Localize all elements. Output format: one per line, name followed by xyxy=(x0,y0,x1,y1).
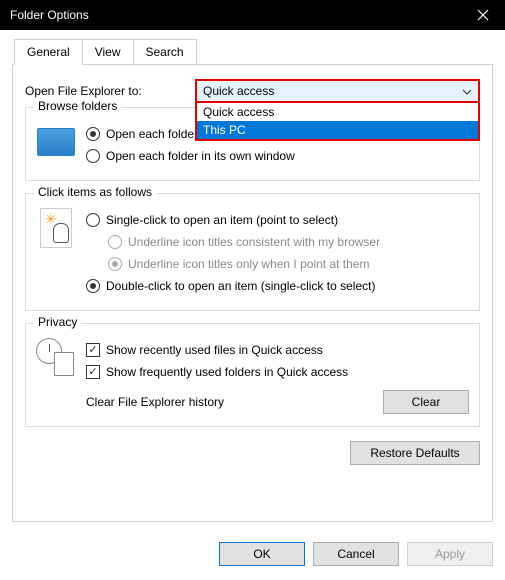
clear-button[interactable]: Clear xyxy=(383,390,469,414)
close-icon xyxy=(477,9,489,21)
check-label: Show frequently used folders in Quick ac… xyxy=(106,365,348,379)
tab-search[interactable]: Search xyxy=(133,39,197,65)
radio-icon xyxy=(86,127,100,141)
apply-button: Apply xyxy=(407,542,493,566)
group-click-legend: Click items as follows xyxy=(34,185,156,199)
chevron-down-icon xyxy=(462,87,472,97)
click-items-icon xyxy=(36,208,76,248)
checkbox-icon xyxy=(86,365,100,379)
check-row-freq-folders[interactable]: Show frequently used folders in Quick ac… xyxy=(86,362,469,382)
ok-button[interactable]: OK xyxy=(219,542,305,566)
radio-label: Double-click to open an item (single-cli… xyxy=(106,279,375,293)
radio-row-underline-point: Underline icon titles only when I point … xyxy=(108,254,469,274)
open-explorer-combo[interactable]: Quick access xyxy=(195,79,480,103)
restore-defaults-button[interactable]: Restore Defaults xyxy=(350,441,480,465)
check-row-recent-files[interactable]: Show recently used files in Quick access xyxy=(86,340,469,360)
check-label: Show recently used files in Quick access xyxy=(106,343,323,357)
radio-label: Underline icon titles only when I point … xyxy=(128,257,369,271)
option-this-pc[interactable]: This PC xyxy=(197,121,478,139)
radio-icon xyxy=(108,235,122,249)
dialog-footer: OK Cancel Apply xyxy=(0,534,505,578)
radio-label: Underline icon titles consistent with my… xyxy=(128,235,380,249)
radio-label: Open each folder in its own window xyxy=(106,149,295,163)
checkbox-icon xyxy=(86,343,100,357)
option-quick-access[interactable]: Quick access xyxy=(197,103,478,121)
radio-row-double-click[interactable]: Double-click to open an item (single-cli… xyxy=(86,276,469,296)
browse-folders-icon xyxy=(36,122,76,162)
restore-row: Restore Defaults xyxy=(25,441,480,465)
tab-panel-general: Open File Explorer to: Quick access Quic… xyxy=(12,64,493,522)
open-explorer-label: Open File Explorer to: xyxy=(25,84,195,98)
radio-icon xyxy=(108,257,122,271)
radio-row-underline-browser: Underline icon titles consistent with my… xyxy=(108,232,469,252)
combo-selected-text: Quick access xyxy=(203,84,274,98)
open-explorer-dropdown: Quick access This PC xyxy=(195,103,480,141)
clear-history-label: Clear File Explorer history xyxy=(86,395,224,409)
cancel-button[interactable]: Cancel xyxy=(313,542,399,566)
radio-icon xyxy=(86,149,100,163)
radio-row-single-click[interactable]: Single-click to open an item (point to s… xyxy=(86,210,469,230)
radio-icon xyxy=(86,279,100,293)
open-explorer-combo-wrap: Quick access Quick access This PC xyxy=(195,79,480,103)
group-browse-legend: Browse folders xyxy=(34,99,121,113)
dialog-content: General View Search Open File Explorer t… xyxy=(0,30,505,534)
tab-strip: General View Search xyxy=(14,39,493,65)
close-button[interactable] xyxy=(460,0,505,30)
window-title: Folder Options xyxy=(10,8,495,22)
group-privacy: Privacy Show recently used files in Quic… xyxy=(25,323,480,427)
clear-history-row: Clear File Explorer history Clear xyxy=(86,390,469,414)
radio-row-own-window[interactable]: Open each folder in its own window xyxy=(86,146,469,166)
radio-label: Single-click to open an item (point to s… xyxy=(106,213,338,227)
tab-view[interactable]: View xyxy=(82,39,134,65)
privacy-icon xyxy=(36,338,76,378)
group-click-items: Click items as follows Single-click to o… xyxy=(25,193,480,311)
tab-general[interactable]: General xyxy=(14,39,83,65)
radio-icon xyxy=(86,213,100,227)
group-privacy-legend: Privacy xyxy=(34,315,81,329)
title-bar: Folder Options xyxy=(0,0,505,30)
